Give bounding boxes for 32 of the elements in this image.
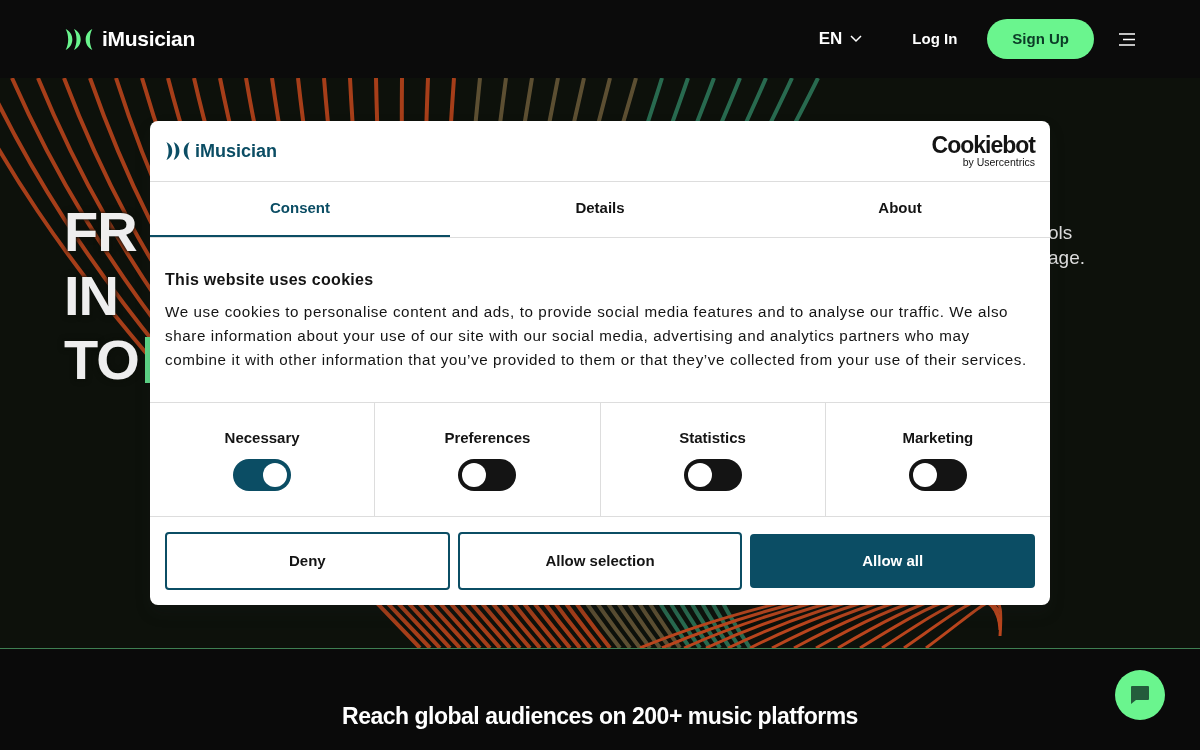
chat-bubble-icon: [1129, 684, 1151, 706]
dialog-tab[interactable]: Consent: [150, 182, 450, 237]
consent-button[interactable]: Deny: [165, 532, 450, 590]
dialog-tab[interactable]: About: [750, 182, 1050, 237]
toggle-switch[interactable]: [908, 458, 967, 491]
toggle-switch[interactable]: [458, 458, 517, 491]
brand-name: iMusician: [102, 26, 195, 53]
signup-button[interactable]: Sign Up: [987, 18, 1094, 60]
section-heading: Reach global audiences on 200+ music platforms: [342, 702, 858, 731]
dialog-brand: iMusician: [195, 139, 278, 163]
consent-button[interactable]: Allow selection: [457, 532, 743, 590]
provider-subtitle: by Usercentrics: [962, 156, 1035, 168]
chevron-down-icon: [850, 35, 863, 43]
chat-button[interactable]: [1115, 670, 1165, 720]
logo-icon: [64, 27, 94, 51]
toggle-switch[interactable]: [683, 458, 742, 491]
allow-all-button[interactable]: Allow all: [750, 534, 1035, 588]
logo-icon: [165, 141, 191, 161]
provider-logo-text: Cookiebot: [931, 134, 1035, 156]
dialog-heading: This website uses cookies: [165, 270, 375, 290]
dialog-text: We use cookies to personalise content and ads, to provide social media features and to analyse our traffic. We also share information about your use of our site with our social media, advertising and analytics partners who may combine it with other information that you’ve provided to them or that they’ve collected from your use of their services.: [165, 302, 1028, 370]
hero-text: age.: [1048, 246, 1085, 270]
category-label: Preferences: [444, 428, 531, 448]
menu-icon[interactable]: [1118, 33, 1136, 47]
category-label: Marketing: [902, 428, 974, 448]
dialog-tab[interactable]: Details: [450, 182, 750, 237]
headline-text: TO: [64, 328, 139, 391]
language-selector[interactable]: EN: [818, 26, 863, 52]
category-label: Necessary: [224, 428, 300, 448]
toggle-switch[interactable]: [233, 458, 292, 491]
category-label: Statistics: [679, 428, 746, 448]
login-link[interactable]: Log In: [912, 27, 958, 51]
